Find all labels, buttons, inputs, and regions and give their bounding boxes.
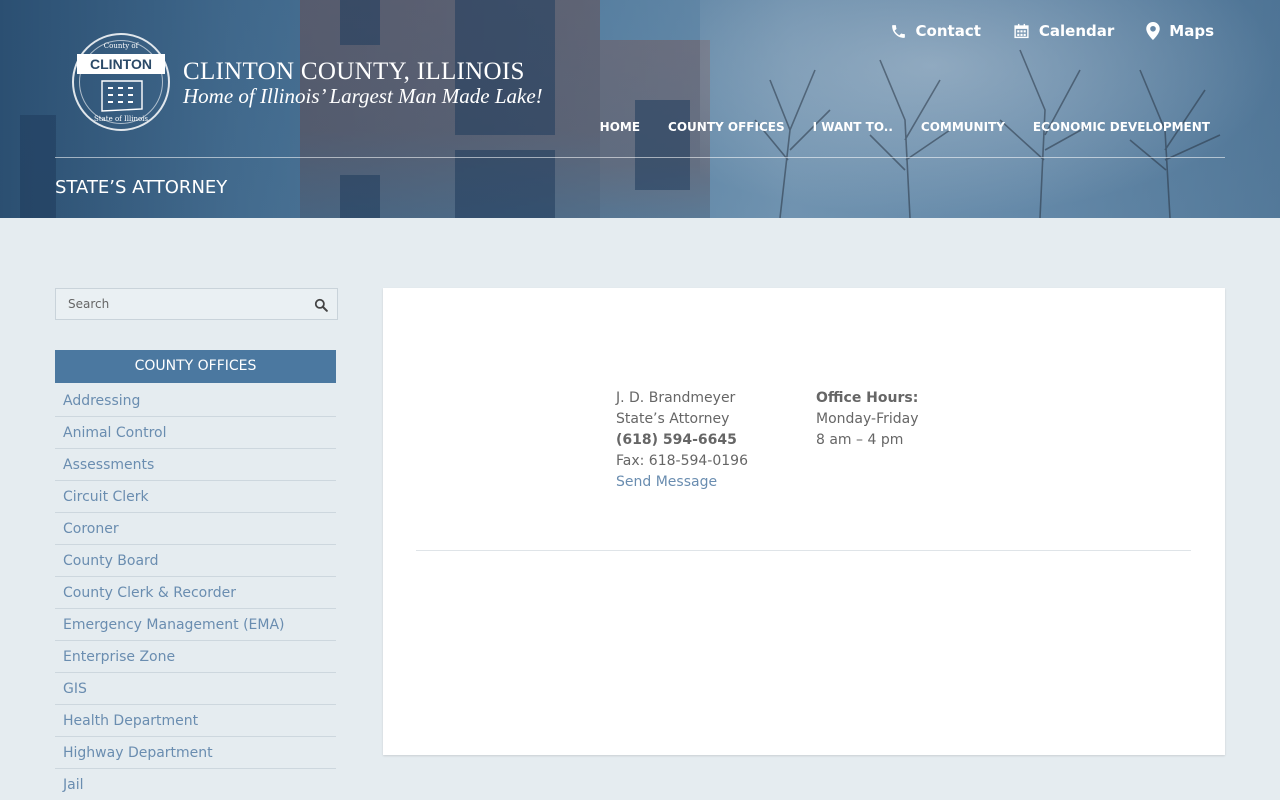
sidebar-item-gis[interactable]: GIS: [55, 673, 336, 705]
content-card: J. D. Brandmeyer State’s Attorney (618) …: [383, 288, 1225, 755]
content-divider: [416, 550, 1191, 551]
sidebar-item-jail[interactable]: Jail: [55, 769, 336, 800]
send-message-link[interactable]: Send Message: [616, 472, 748, 493]
sidebar-item-addressing[interactable]: Addressing: [55, 385, 336, 417]
sidebar-item-enterprise-zone[interactable]: Enterprise Zone: [55, 641, 336, 673]
attorney-role: State’s Attorney: [616, 411, 730, 427]
office-hours-label: Office Hours:: [816, 390, 919, 406]
site-title[interactable]: CLINTON COUNTY, ILLINOIS: [183, 58, 525, 86]
county-map-icon: [101, 80, 143, 112]
search-input[interactable]: [56, 289, 337, 319]
calendar-icon: [1014, 23, 1029, 39]
sidebar-item-animal-control[interactable]: Animal Control: [55, 417, 336, 449]
sidebar-item-coroner[interactable]: Coroner: [55, 513, 336, 545]
nav-community[interactable]: COMMUNITY: [921, 120, 1005, 134]
search-icon[interactable]: [314, 298, 328, 312]
search-form: [55, 288, 338, 320]
contact-info: J. D. Brandmeyer State’s Attorney (618) …: [616, 388, 748, 493]
page-title: STATE’S ATTORNEY: [55, 177, 228, 198]
header-divider: [55, 157, 1225, 158]
sidebar-heading: COUNTY OFFICES: [55, 350, 336, 383]
calendar-link[interactable]: Calendar: [1013, 22, 1114, 40]
office-hours-days: Monday-Friday: [816, 411, 919, 427]
sidebar-nav: Addressing Animal Control Assessments Ci…: [55, 385, 336, 800]
site-header: County of CLINTON State of Illinois CLIN…: [0, 0, 1280, 218]
seal-bottom-text: State of Illinois: [93, 115, 149, 123]
maps-label: Maps: [1169, 22, 1214, 40]
attorney-name: J. D. Brandmeyer: [616, 390, 736, 406]
office-hours-time: 8 am – 4 pm: [816, 432, 904, 448]
nav-county-offices[interactable]: COUNTY OFFICES: [668, 120, 785, 134]
nav-economic-development[interactable]: ECONOMIC DEVELOPMENT: [1033, 120, 1210, 134]
seal-top-text: County of: [103, 42, 139, 50]
phone-number: (618) 594-6645: [616, 432, 737, 448]
nav-i-want-to[interactable]: I WANT TO..: [813, 120, 893, 134]
main-nav: HOME COUNTY OFFICES I WANT TO.. COMMUNIT…: [600, 120, 1210, 134]
sidebar-item-county-board[interactable]: County Board: [55, 545, 336, 577]
sidebar-item-county-clerk-recorder[interactable]: County Clerk & Recorder: [55, 577, 336, 609]
utility-nav: Contact Calendar Maps: [890, 22, 1214, 40]
seal-banner: CLINTON: [77, 54, 165, 74]
sidebar-item-circuit-clerk[interactable]: Circuit Clerk: [55, 481, 336, 513]
contact-link[interactable]: Contact: [890, 22, 981, 40]
sidebar-item-emergency-management[interactable]: Emergency Management (EMA): [55, 609, 336, 641]
office-hours: Office Hours: Monday-Friday 8 am – 4 pm: [816, 388, 919, 451]
nav-home[interactable]: HOME: [600, 120, 640, 134]
site-tagline: Home of Illinois’ Largest Man Made Lake!: [183, 84, 543, 108]
sidebar-item-assessments[interactable]: Assessments: [55, 449, 336, 481]
sidebar-item-highway-department[interactable]: Highway Department: [55, 737, 336, 769]
map-pin-icon: [1146, 22, 1161, 40]
maps-link[interactable]: Maps: [1146, 22, 1214, 40]
county-seal-logo[interactable]: County of CLINTON State of Illinois: [72, 33, 170, 131]
phone-icon: [891, 24, 905, 38]
sidebar-item-health-department[interactable]: Health Department: [55, 705, 336, 737]
calendar-label: Calendar: [1038, 22, 1115, 40]
fax-number: Fax: 618-594-0196: [616, 453, 748, 469]
contact-label: Contact: [915, 22, 981, 40]
